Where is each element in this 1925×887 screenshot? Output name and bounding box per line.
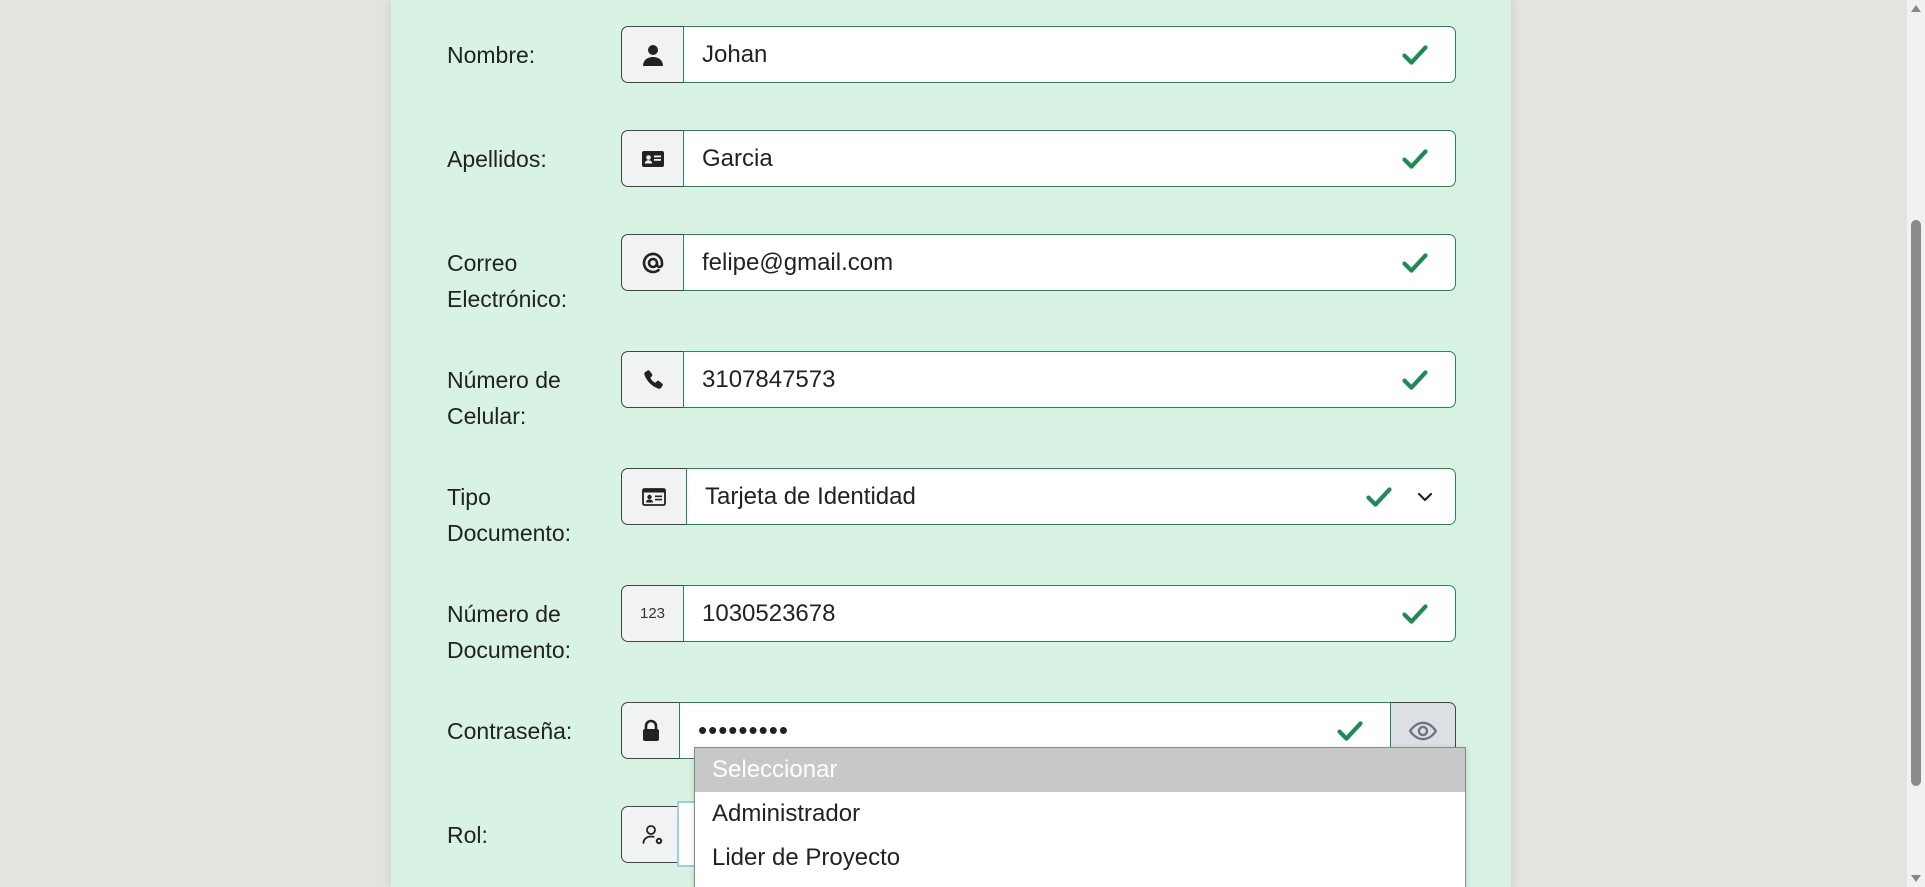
- 123-icon-text: 123: [639, 605, 666, 622]
- rol-option-lider-de-proyecto[interactable]: Lider de Proyecto: [695, 836, 1465, 880]
- valid-check-icon: [1402, 44, 1428, 65]
- nombre-label: Nombre:: [447, 42, 536, 68]
- scroll-up-arrow-icon[interactable]: [1907, 0, 1925, 16]
- celular-value: 3107847573: [702, 365, 836, 393]
- tipo-documento-select[interactable]: Tarjeta de Identidad: [686, 468, 1456, 525]
- tipo-documento-label: Tipo Documento:: [447, 484, 572, 546]
- apellidos-label: Apellidos:: [447, 146, 547, 172]
- correo-label: Correo Electrónico:: [447, 250, 568, 312]
- user-gear-icon: [621, 806, 683, 863]
- rol-label: Rol:: [447, 822, 488, 848]
- numero-documento-input[interactable]: 1030523678: [683, 585, 1456, 642]
- celular-input[interactable]: 3107847573: [683, 351, 1456, 408]
- at-icon: [621, 234, 683, 291]
- valid-check-icon: [1366, 486, 1392, 507]
- scroll-down-arrow-icon[interactable]: [1907, 871, 1925, 887]
- valid-check-icon: [1337, 720, 1363, 741]
- nombre-value: Johan: [702, 40, 768, 68]
- nombre-input[interactable]: Johan: [683, 26, 1456, 83]
- id-card-icon: [621, 468, 686, 525]
- valid-check-icon: [1402, 252, 1428, 273]
- contrasena-label: Contraseña:: [447, 718, 573, 744]
- valid-check-icon: [1402, 369, 1428, 390]
- correo-value: felipe@gmail.com: [702, 248, 894, 276]
- user-icon: [621, 26, 683, 83]
- rol-option-administrador[interactable]: Administrador: [695, 792, 1465, 836]
- rol-option-seleccionar[interactable]: Seleccionar: [695, 748, 1465, 792]
- contrasena-value: •••••••••: [698, 715, 789, 745]
- lock-icon: [621, 702, 679, 759]
- page-scrollbar[interactable]: [1907, 0, 1925, 887]
- chevron-down-icon: [1417, 492, 1433, 501]
- scrollbar-thumb[interactable]: [1911, 220, 1921, 786]
- apellidos-input[interactable]: Garcia: [683, 130, 1456, 187]
- phone-icon: [621, 351, 683, 408]
- celular-label: Número de Celular:: [447, 367, 561, 429]
- id-card-icon: [621, 130, 683, 187]
- apellidos-value: Garcia: [702, 144, 773, 172]
- tipo-documento-value: Tarjeta de Identidad: [705, 482, 916, 510]
- numero-documento-label: Número de Documento:: [447, 601, 572, 663]
- 123-icon: 123: [621, 585, 683, 642]
- valid-check-icon: [1402, 148, 1428, 169]
- rol-dropdown-list: Seleccionar Administrador Lider de Proye…: [694, 747, 1466, 887]
- correo-input[interactable]: felipe@gmail.com: [683, 234, 1456, 291]
- numero-documento-value: 1030523678: [702, 599, 836, 627]
- eye-icon: [1409, 721, 1437, 740]
- valid-check-icon: [1402, 603, 1428, 624]
